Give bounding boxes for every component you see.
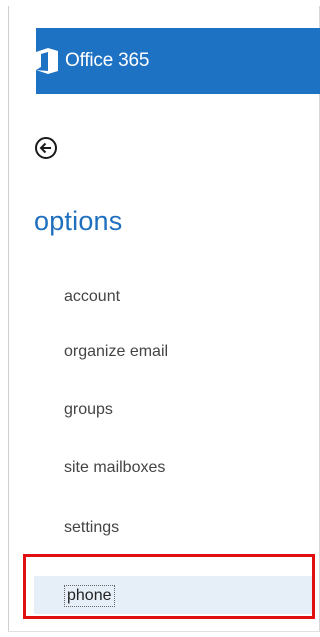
- menu-item-account[interactable]: account: [64, 288, 120, 306]
- menu-item-site-mailboxes[interactable]: site mailboxes: [64, 459, 165, 477]
- options-panel: [8, 6, 320, 632]
- menu-item-organize-email[interactable]: organize email: [64, 343, 168, 361]
- menu-item-groups[interactable]: groups: [64, 401, 113, 419]
- office-logo-icon: [36, 48, 58, 74]
- menu-item-settings[interactable]: settings: [64, 519, 119, 537]
- back-button[interactable]: [34, 136, 58, 160]
- app-header: Office 365: [36, 28, 320, 94]
- page-title: options: [34, 206, 123, 236]
- menu-item-phone[interactable]: phone: [64, 585, 115, 607]
- office-logo[interactable]: Office 365: [36, 48, 149, 74]
- brand-name: Office 365: [65, 50, 150, 71]
- arrow-left-circle-icon: [35, 137, 57, 159]
